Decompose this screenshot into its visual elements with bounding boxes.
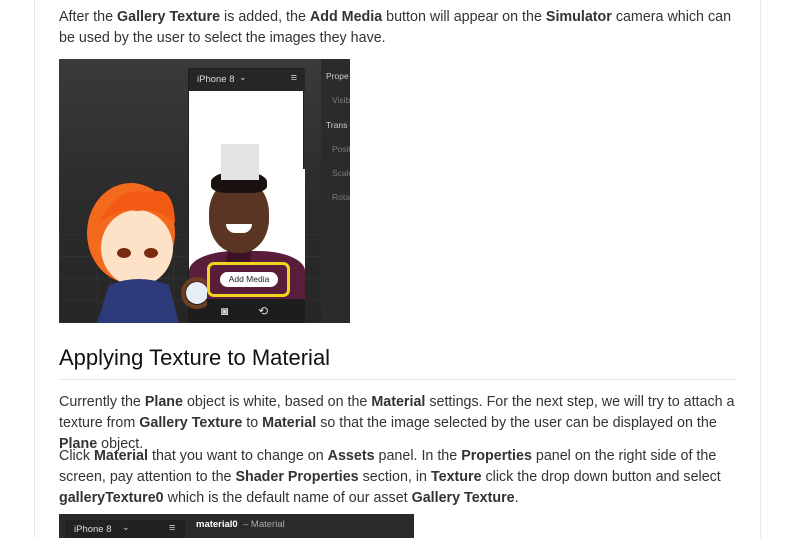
panel-row-position: Positi [332, 144, 350, 154]
term-add-media: Add Media [309, 9, 383, 25]
chevron-down-icon[interactable]: ⌄ [239, 72, 247, 83]
hamburger-menu-icon[interactable]: ≡ [169, 522, 175, 534]
mascot-face [101, 210, 173, 286]
simulator-toolbar: iPhone 8 ⌄ ≡ [189, 69, 305, 91]
intro-paragraph: After the Gallery Texture is added, the … [59, 9, 732, 46]
page-border-right [760, 0, 761, 538]
term-gallery-texture: Gallery Texture [117, 9, 221, 25]
mascot-illustration [87, 183, 207, 323]
panel-row-rotation: Rotati [332, 192, 350, 202]
term-gallery-texture: Gallery Texture [139, 415, 243, 431]
device-model-label[interactable]: iPhone 8 [197, 74, 235, 85]
term-simulator: Simulator [545, 9, 612, 25]
hamburger-menu-icon[interactable]: ≡ [291, 72, 297, 84]
term-properties: Properties [461, 448, 532, 464]
chevron-down-icon[interactable]: ⌄ [122, 522, 130, 533]
add-media-button[interactable]: Add Media [220, 272, 278, 287]
material-screenshot: iPhone 8 ⌄ ≡ material0 – Material [59, 514, 414, 538]
simulator-screenshot: iPhone 8 ⌄ ≡ Add Media ◙ ⟲ Prope Visib T… [59, 59, 350, 323]
material-name: material0 [196, 519, 238, 530]
panel-row-scale: Scale [332, 168, 350, 178]
camera-icon[interactable]: ◙ [221, 304, 228, 318]
simulator-toolbar: iPhone 8 ⌄ ≡ [65, 520, 185, 538]
term-assets: Assets [327, 448, 375, 464]
term-gallery-texture0: galleryTexture0 [59, 490, 164, 506]
instructions-paragraph: Click Material that you want to change o… [59, 448, 721, 506]
term-gallery-texture: Gallery Texture [411, 490, 515, 506]
term-shader-properties: Shader Properties [235, 469, 359, 485]
panel-row-transform[interactable]: Trans [326, 120, 347, 130]
white-plane-object [221, 144, 259, 180]
term-texture: Texture [430, 469, 482, 485]
material-type-label: – Material [243, 519, 285, 530]
highlight-frame: Add Media [207, 262, 290, 297]
rotate-device-icon[interactable]: ⟲ [258, 304, 268, 318]
device-model-label[interactable]: iPhone 8 [74, 524, 112, 535]
term-material: Material [371, 394, 426, 410]
term-material: Material [262, 415, 317, 431]
term-material: Material [93, 448, 148, 464]
panel-row-properties[interactable]: Prope [326, 71, 349, 81]
term-plane: Plane [144, 394, 183, 410]
panel-row-visible: Visib [332, 95, 350, 105]
mascot-coat [97, 279, 179, 323]
properties-panel-partial: Prope Visib Trans Positi Scale Rotati [321, 59, 350, 323]
section-heading: Applying Texture to Material [59, 345, 736, 380]
page-border-left [34, 0, 35, 538]
